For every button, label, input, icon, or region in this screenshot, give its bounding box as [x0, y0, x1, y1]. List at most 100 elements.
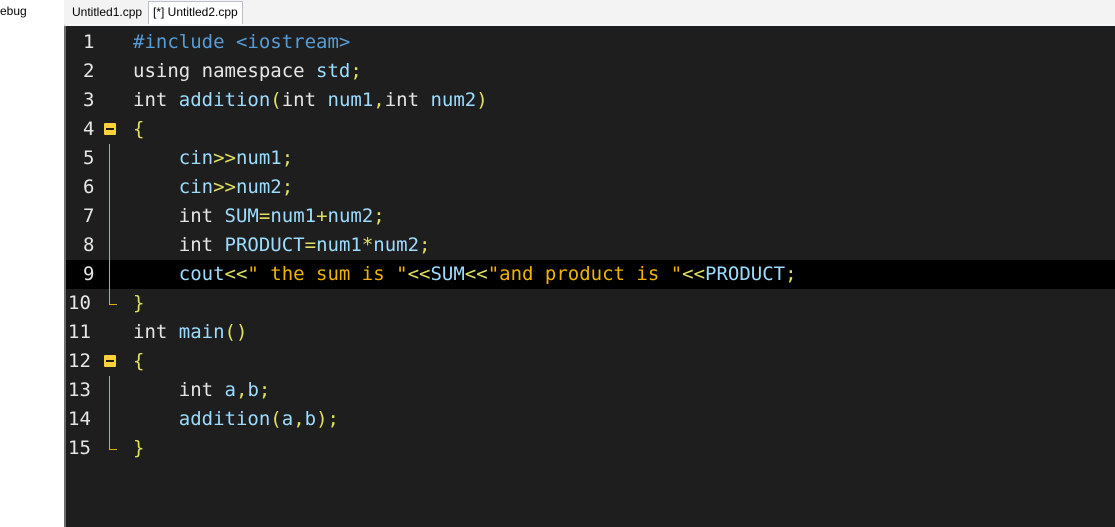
code-line-2[interactable]: 2 using namespace std;	[66, 57, 1115, 86]
fold-guide-line	[109, 231, 110, 260]
code-token: <<	[682, 263, 706, 285]
code-token: int	[281, 89, 328, 111]
code-line-3[interactable]: 3 int addition(int num1,int num2)	[66, 86, 1115, 115]
code-line-9[interactable]: 9 cout<<" the sum is "<<SUM<<"and produc…	[66, 260, 1115, 289]
fold-guide-line	[109, 202, 110, 231]
line-gutter: 9	[66, 260, 130, 289]
code-token: SUM	[430, 263, 465, 285]
code-token: }	[133, 437, 145, 459]
code-token: ;	[258, 379, 271, 401]
code-text: {	[133, 115, 144, 144]
code-token: )	[476, 89, 488, 111]
code-line-15[interactable]: 15}	[66, 434, 1115, 463]
code-token: }	[133, 292, 145, 314]
debug-menu-label[interactable]: ebug	[0, 4, 27, 18]
code-line-13[interactable]: 13 int a,b;	[66, 376, 1115, 405]
line-gutter: 8	[66, 231, 130, 260]
code-token: >>	[213, 147, 236, 169]
code-line-7[interactable]: 7 int SUM=num1+num2;	[66, 202, 1115, 231]
code-token: ,	[373, 89, 385, 111]
code-token: addition	[178, 89, 271, 111]
code-line-11[interactable]: 11 int main()	[66, 318, 1115, 347]
line-number: 8	[83, 234, 95, 256]
code-token: int	[178, 234, 225, 256]
code-token: ;	[419, 234, 431, 256]
code-text: {	[133, 347, 144, 376]
line-gutter: 11	[66, 318, 130, 347]
code-line-10[interactable]: 10}	[66, 289, 1115, 318]
code-line-8[interactable]: 8 int PRODUCT=num1*num2;	[66, 231, 1115, 260]
fold-collapse-icon[interactable]	[104, 355, 116, 367]
line-number: 11	[68, 321, 91, 343]
code-token: main	[178, 321, 225, 343]
code-token: num1	[270, 205, 317, 227]
code-text: #include <iostream>	[133, 28, 350, 57]
code-text: cin>>num2;	[133, 173, 293, 202]
code-line-12[interactable]: 12 {	[66, 347, 1115, 376]
line-gutter: 15	[66, 434, 130, 463]
code-token: SUM	[224, 205, 259, 227]
code-token: *	[361, 234, 374, 256]
code-token: cin	[178, 147, 214, 169]
code-token: {	[133, 350, 145, 372]
code-token: =	[304, 234, 317, 256]
code-token: (	[270, 408, 282, 430]
code-token: PRODUCT	[224, 234, 305, 256]
code-line-5[interactable]: 5 cin>>num1;	[66, 144, 1115, 173]
file-tab-bar: Untitled1.cpp [*] Untitled2.cpp	[64, 0, 1115, 24]
line-gutter: 12	[66, 347, 130, 376]
fold-guide-line	[109, 260, 110, 289]
code-token: ;	[350, 60, 362, 82]
code-token: ,	[235, 379, 248, 401]
fold-guide-line	[109, 173, 110, 202]
code-token: int	[178, 205, 225, 227]
code-line-14[interactable]: 14 addition(a,b);	[66, 405, 1115, 434]
code-token: b	[247, 379, 259, 401]
code-line-1[interactable]: 1 #include <iostream>	[66, 28, 1115, 57]
tab-untitled2[interactable]: [*] Untitled2.cpp	[148, 1, 243, 24]
code-token: using namespace	[133, 60, 317, 82]
line-number: 13	[68, 379, 91, 401]
line-number: 9	[83, 263, 95, 285]
code-text: cout<<" the sum is "<<SUM<<"and product …	[133, 260, 797, 289]
code-text: int main()	[133, 318, 247, 347]
fold-guide-line	[109, 376, 110, 405]
code-token: );	[316, 408, 339, 430]
code-token: int	[133, 321, 179, 343]
code-token: <<	[224, 263, 248, 285]
code-token: {	[133, 118, 145, 140]
code-editor[interactable]: 1 #include <iostream> 2 using namespace std…	[64, 26, 1115, 527]
tab-untitled1[interactable]: Untitled1.cpp	[68, 3, 146, 22]
code-token: ;	[373, 205, 385, 227]
code-token: std	[316, 60, 351, 82]
code-line-6[interactable]: 6 cin>>num2;	[66, 173, 1115, 202]
code-text: }	[133, 434, 144, 463]
line-number: 3	[83, 89, 95, 111]
fold-collapse-icon[interactable]	[104, 123, 116, 135]
code-text: int addition(int num1,int num2)	[133, 86, 488, 115]
code-token: #include <iostream>	[133, 31, 351, 53]
line-number: 15	[68, 437, 91, 459]
code-token: int	[133, 89, 179, 111]
code-token: ;	[281, 147, 294, 169]
code-token: int	[384, 89, 431, 111]
fold-guide-line	[109, 144, 110, 173]
line-gutter: 4	[66, 115, 130, 144]
code-token: =	[258, 205, 271, 227]
code-token: ;	[281, 176, 294, 198]
code-line-4[interactable]: 4{	[66, 115, 1115, 144]
code-text: int a,b;	[133, 376, 271, 405]
code-token: a	[224, 379, 236, 401]
code-text: }	[133, 289, 144, 318]
code-token: ()	[224, 321, 248, 343]
code-token: cin	[178, 176, 214, 198]
code-token: " the sum is "	[247, 263, 408, 285]
line-number: 14	[68, 408, 91, 430]
code-token: >>	[213, 176, 236, 198]
